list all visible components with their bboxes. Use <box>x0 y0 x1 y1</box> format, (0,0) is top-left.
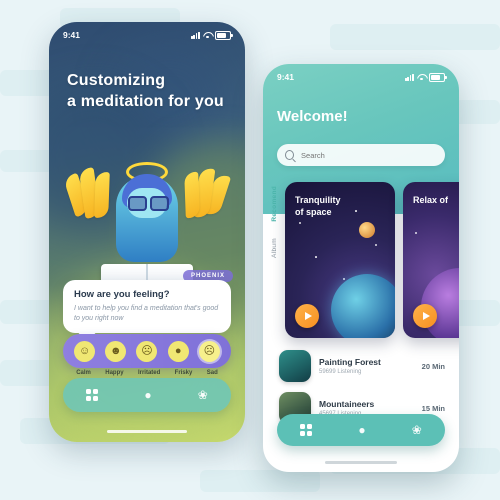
card-title-line1: Relax of <box>413 195 449 205</box>
wing-left-icon <box>62 167 121 230</box>
card-title-line2: of space <box>295 207 332 217</box>
background-stroke <box>200 470 320 492</box>
mood-label-calm: Calm <box>76 370 91 376</box>
card-relax-of[interactable]: Relax of <box>403 182 459 338</box>
mood-emoji: ☻ <box>109 344 122 357</box>
card-title: Tranquility of space <box>295 194 341 218</box>
lotus-icon[interactable]: ❀ <box>412 424 422 436</box>
search-input[interactable] <box>299 149 437 161</box>
track-subtitle: 59699 Listening <box>319 369 362 375</box>
status-bar: 9:41 <box>263 64 459 90</box>
wing-right-icon <box>173 167 232 230</box>
category-tabs[interactable]: Recomend Album <box>271 186 283 316</box>
wifi-icon <box>417 74 426 81</box>
battery-icon <box>215 30 233 40</box>
track-title: Painting Forest <box>319 357 381 367</box>
signal-bars-icon <box>191 31 200 39</box>
mood-label-frisky: Frisky <box>174 370 193 376</box>
mood-label-irritated: Irritated <box>137 370 161 376</box>
battery-icon <box>429 72 447 82</box>
card-tranquility-of-space[interactable]: Tranquility of space <box>285 182 395 338</box>
glasses-icon <box>150 196 169 211</box>
mood-label-sad: Sad <box>206 370 218 376</box>
mood-emoji: ● <box>174 344 182 357</box>
home-indicator <box>325 461 397 464</box>
mood-option-calm[interactable]: ☺ <box>74 340 96 362</box>
mood-emoji: ☹ <box>141 344 153 357</box>
grid-icon[interactable] <box>86 389 99 401</box>
status-time: 9:41 <box>277 72 295 82</box>
person-icon[interactable]: ● <box>144 389 151 401</box>
play-icon[interactable] <box>413 304 437 328</box>
page-title-line1: Customizing <box>67 72 166 89</box>
track-duration: 20 Min <box>421 361 445 371</box>
app-mockup-canvas: 9:41 Customizing a meditation for you PH… <box>0 0 500 500</box>
tab-recomend[interactable]: Recomend <box>271 186 278 222</box>
page-title-line2: a meditation for you <box>67 93 224 110</box>
list-item[interactable]: Painting Forest 59699 Listening 20 Min <box>279 350 445 382</box>
tab-album[interactable]: Album <box>271 238 278 258</box>
greeting-title: Welcome! <box>277 108 348 125</box>
bottom-tab-bar[interactable]: ● ❀ <box>277 414 445 446</box>
signal-bars-icon <box>405 73 414 81</box>
mood-emoji: ☹ <box>203 344 216 357</box>
mood-option-irritated[interactable]: ☹ <box>136 340 158 362</box>
search-bar[interactable] <box>277 144 445 166</box>
search-icon <box>285 150 295 160</box>
chat-question: How are you feeling? <box>74 289 170 300</box>
play-icon[interactable] <box>295 304 319 328</box>
track-duration: 15 Min <box>421 403 445 413</box>
home-indicator <box>107 430 187 433</box>
status-time: 9:41 <box>63 30 81 40</box>
featured-cards: Tranquility of space Relax of <box>285 182 459 338</box>
mood-option-happy[interactable]: ☻ <box>105 340 127 362</box>
bottom-tab-bar[interactable]: ● ❀ <box>63 378 231 412</box>
person-icon[interactable]: ● <box>358 424 365 436</box>
chat-answer: I want to help you find a meditation tha… <box>74 305 219 322</box>
chat-bubble: How are you feeling? I want to help you … <box>63 280 231 333</box>
phone-screen-home: 9:41 Welcome! Recomend Album <box>263 64 459 472</box>
mood-selector[interactable]: ☺ ☻ ☹ ● ☹ <box>63 334 231 368</box>
lotus-icon[interactable]: ❀ <box>198 389 208 401</box>
mood-emoji: ☺ <box>78 344 91 357</box>
mood-option-sad[interactable]: ☹ <box>198 340 220 362</box>
background-stroke <box>330 24 500 50</box>
mood-option-frisky[interactable]: ● <box>167 340 189 362</box>
track-title: Mountaineers <box>319 399 375 409</box>
phone-screen-onboarding: 9:41 Customizing a meditation for you PH… <box>49 22 245 442</box>
glasses-icon <box>128 196 147 211</box>
wifi-icon <box>203 32 212 39</box>
mood-labels: Calm Happy Irritated Frisky Sad <box>63 370 231 376</box>
card-title-line1: Tranquility <box>295 195 341 205</box>
grid-icon[interactable] <box>300 424 313 436</box>
mood-label-happy: Happy <box>105 370 124 376</box>
page-title: Customizing a meditation for you <box>67 70 224 112</box>
card-title: Relax of <box>413 194 448 206</box>
track-thumbnail <box>279 350 311 382</box>
status-bar: 9:41 <box>49 22 245 48</box>
